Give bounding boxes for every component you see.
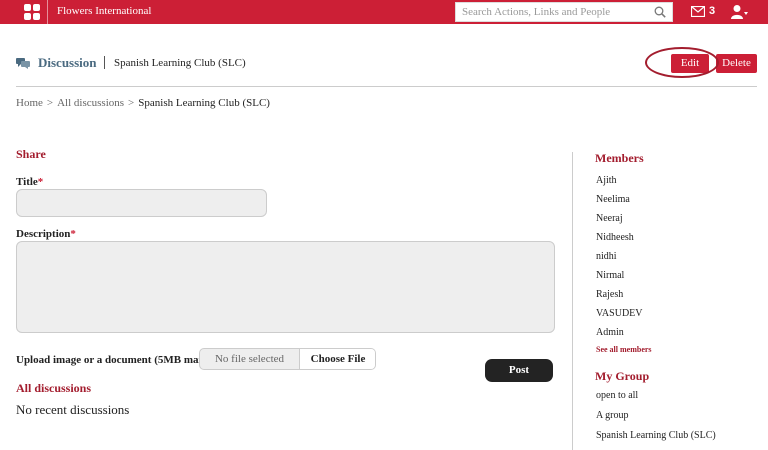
my-group-heading: My Group bbox=[595, 369, 650, 383]
page-subtitle: Spanish Learning Club (SLC) bbox=[114, 57, 246, 69]
share-heading: Share bbox=[16, 147, 46, 161]
search-icon[interactable] bbox=[654, 6, 666, 18]
member-item[interactable]: Rajesh bbox=[596, 289, 623, 300]
header-divider bbox=[16, 86, 757, 87]
grid-icon[interactable] bbox=[24, 4, 40, 20]
member-item[interactable]: Nirmal bbox=[596, 270, 624, 281]
title-label-text: Title bbox=[16, 176, 38, 188]
all-discussions-heading[interactable]: All discussions bbox=[16, 381, 91, 396]
file-upload-control[interactable]: No file selected Choose File bbox=[199, 348, 376, 370]
group-item[interactable]: A group bbox=[596, 410, 629, 421]
member-item[interactable]: nidhi bbox=[596, 251, 617, 262]
brand-name[interactable]: Flowers International bbox=[57, 5, 151, 17]
member-item[interactable]: VASUDEV bbox=[596, 308, 643, 319]
members-heading: Members bbox=[595, 151, 644, 165]
title-input[interactable] bbox=[16, 189, 267, 217]
discussion-icon bbox=[16, 58, 30, 69]
user-icon[interactable] bbox=[731, 4, 749, 20]
choose-file-button[interactable]: Choose File bbox=[299, 349, 375, 369]
page-title: Discussion bbox=[38, 55, 97, 70]
member-item[interactable]: Ajith bbox=[596, 175, 617, 186]
search-input[interactable] bbox=[456, 3, 646, 21]
delete-button[interactable]: Delete bbox=[716, 54, 757, 73]
breadcrumb-current: Spanish Learning Club (SLC) bbox=[138, 97, 270, 109]
top-bar: Flowers International 3 bbox=[0, 0, 768, 24]
file-status: No file selected bbox=[214, 353, 285, 365]
required-mark: * bbox=[37, 176, 44, 188]
breadcrumb: Home > All discussions > Spanish Learning Cl… bbox=[16, 97, 270, 109]
member-item[interactable]: Nidheesh bbox=[596, 232, 634, 243]
see-all-members-link[interactable]: See all members bbox=[596, 345, 652, 354]
breadcrumb-all-discussions[interactable]: All discussions bbox=[57, 97, 124, 109]
description-label-text: Description bbox=[16, 228, 71, 240]
edit-button[interactable]: Edit bbox=[671, 54, 709, 73]
title-label: Title* bbox=[16, 176, 43, 188]
mail-count-badge[interactable]: 3 bbox=[709, 5, 715, 17]
mail-icon[interactable] bbox=[691, 6, 705, 17]
group-item[interactable]: Spanish Learning Club (SLC) bbox=[596, 430, 716, 441]
no-recent-discussions: No recent discussions bbox=[16, 402, 130, 417]
title-separator bbox=[104, 56, 105, 69]
topbar-divider bbox=[47, 0, 48, 24]
required-mark: * bbox=[70, 228, 76, 240]
group-item[interactable]: open to all bbox=[596, 390, 638, 401]
breadcrumb-separator: > bbox=[128, 97, 135, 109]
post-button[interactable]: Post bbox=[485, 359, 553, 382]
description-label: Description* bbox=[16, 228, 76, 240]
member-item[interactable]: Neelima bbox=[596, 194, 630, 205]
description-textarea[interactable] bbox=[16, 241, 555, 333]
column-divider bbox=[572, 152, 573, 450]
search-box[interactable] bbox=[455, 2, 673, 22]
breadcrumb-separator: > bbox=[46, 97, 54, 109]
member-item[interactable]: Neeraj bbox=[596, 213, 623, 224]
member-item[interactable]: Admin bbox=[596, 327, 624, 338]
upload-label: Upload image or a document (5MB max) bbox=[16, 354, 208, 366]
breadcrumb-home[interactable]: Home bbox=[16, 97, 43, 109]
